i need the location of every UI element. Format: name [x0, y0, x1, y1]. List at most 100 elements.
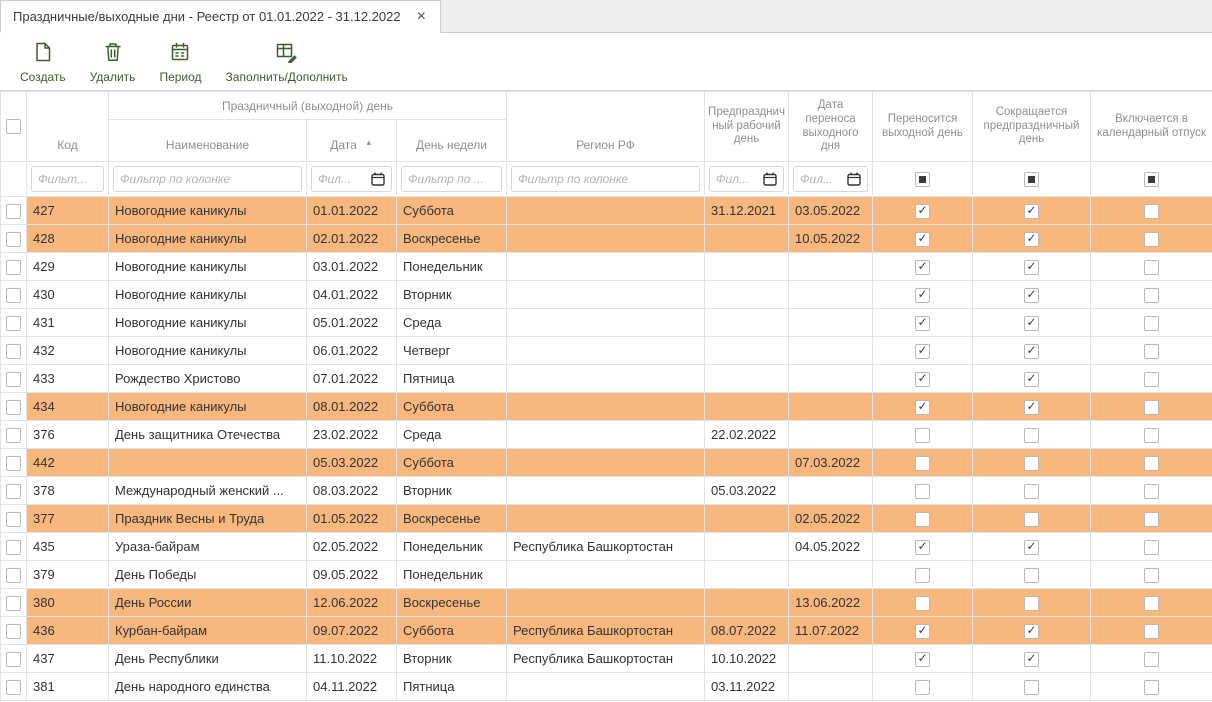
row-select-checkbox[interactable]: [6, 204, 21, 219]
filter-transfer-input[interactable]: [800, 172, 843, 186]
table-row[interactable]: 428Новогодние каникулы02.01.2022Воскресе…: [1, 225, 1212, 253]
create-button[interactable]: Создать: [20, 41, 66, 84]
row-select-checkbox[interactable]: [6, 512, 21, 527]
calendar-icon[interactable]: [847, 172, 861, 186]
column-header-region[interactable]: Регион РФ: [507, 92, 705, 162]
row-select-checkbox[interactable]: [6, 540, 21, 555]
vacation-checkbox[interactable]: [1144, 484, 1159, 499]
vacation-checkbox[interactable]: [1144, 680, 1159, 695]
transferred-checkbox[interactable]: [915, 428, 930, 443]
row-select-checkbox[interactable]: [6, 400, 21, 415]
transferred-checkbox[interactable]: [915, 624, 930, 639]
table-row[interactable]: 436Курбан-байрам09.07.2022СубботаРеспубл…: [1, 617, 1212, 645]
vacation-checkbox[interactable]: [1144, 456, 1159, 471]
table-row[interactable]: 437День Республики11.10.2022ВторникРеспу…: [1, 645, 1212, 673]
filter-shortened-checkbox[interactable]: [1024, 172, 1039, 187]
row-select-checkbox[interactable]: [6, 624, 21, 639]
vacation-checkbox[interactable]: [1144, 568, 1159, 583]
row-select-checkbox[interactable]: [6, 652, 21, 667]
shortened-checkbox[interactable]: [1024, 456, 1039, 471]
vacation-checkbox[interactable]: [1144, 260, 1159, 275]
column-header-transferred[interactable]: Переносится выходной день: [873, 92, 973, 162]
row-select-checkbox[interactable]: [6, 372, 21, 387]
column-header-shortened[interactable]: Сокращается предпраздничный день: [973, 92, 1091, 162]
tab-holidays-registry[interactable]: Праздничные/выходные дни - Реестр от 01.…: [0, 0, 441, 33]
delete-button[interactable]: Удалить: [90, 41, 136, 84]
row-select-checkbox[interactable]: [6, 260, 21, 275]
shortened-checkbox[interactable]: [1024, 596, 1039, 611]
vacation-checkbox[interactable]: [1144, 316, 1159, 331]
transferred-checkbox[interactable]: [915, 316, 930, 331]
shortened-checkbox[interactable]: [1024, 512, 1039, 527]
transferred-checkbox[interactable]: [915, 260, 930, 275]
filter-weekday-input[interactable]: [408, 172, 495, 186]
shortened-checkbox[interactable]: [1024, 204, 1039, 219]
shortened-checkbox[interactable]: [1024, 540, 1039, 555]
shortened-checkbox[interactable]: [1024, 232, 1039, 247]
vacation-checkbox[interactable]: [1144, 652, 1159, 667]
filter-vacation-checkbox[interactable]: [1144, 172, 1159, 187]
table-row[interactable]: 378Международный женский ...08.03.2022Вт…: [1, 477, 1212, 505]
transferred-checkbox[interactable]: [915, 484, 930, 499]
transferred-checkbox[interactable]: [915, 288, 930, 303]
transferred-checkbox[interactable]: [915, 540, 930, 555]
transferred-checkbox[interactable]: [915, 652, 930, 667]
table-row[interactable]: 433Рождество Христово07.01.2022Пятница: [1, 365, 1212, 393]
column-header-code[interactable]: Код: [27, 92, 109, 162]
vacation-checkbox[interactable]: [1144, 344, 1159, 359]
row-select-checkbox[interactable]: [6, 456, 21, 471]
row-select-checkbox[interactable]: [6, 288, 21, 303]
row-select-checkbox[interactable]: [6, 596, 21, 611]
vacation-checkbox[interactable]: [1144, 372, 1159, 387]
transferred-checkbox[interactable]: [915, 568, 930, 583]
table-row[interactable]: 431Новогодние каникулы05.01.2022Среда: [1, 309, 1212, 337]
column-header-name[interactable]: Наименование: [109, 120, 307, 162]
shortened-checkbox[interactable]: [1024, 288, 1039, 303]
column-header-date[interactable]: Дата▲: [307, 120, 397, 162]
table-row[interactable]: 430Новогодние каникулы04.01.2022Вторник: [1, 281, 1212, 309]
table-row[interactable]: 380День России12.06.2022Воскресенье13.06…: [1, 589, 1212, 617]
shortened-checkbox[interactable]: [1024, 428, 1039, 443]
filter-name-input[interactable]: [120, 172, 295, 186]
transferred-checkbox[interactable]: [915, 680, 930, 695]
column-header-preholiday[interactable]: Предпраздничный рабочий день: [705, 92, 789, 162]
vacation-checkbox[interactable]: [1144, 596, 1159, 611]
column-header-weekday[interactable]: День недели: [397, 120, 507, 162]
calendar-icon[interactable]: [371, 172, 385, 186]
vacation-checkbox[interactable]: [1144, 400, 1159, 415]
table-row[interactable]: 432Новогодние каникулы06.01.2022Четверг: [1, 337, 1212, 365]
table-row[interactable]: 379День Победы09.05.2022Понедельник: [1, 561, 1212, 589]
vacation-checkbox[interactable]: [1144, 512, 1159, 527]
table-row[interactable]: 427Новогодние каникулы01.01.2022Суббота3…: [1, 197, 1212, 225]
row-select-checkbox[interactable]: [6, 568, 21, 583]
fill-append-button[interactable]: Заполнить/Дополнить: [226, 41, 348, 84]
vacation-checkbox[interactable]: [1144, 540, 1159, 555]
select-all-checkbox[interactable]: [6, 119, 21, 134]
table-row[interactable]: 435Ураза-байрам02.05.2022ПонедельникРесп…: [1, 533, 1212, 561]
shortened-checkbox[interactable]: [1024, 484, 1039, 499]
shortened-checkbox[interactable]: [1024, 372, 1039, 387]
table-row[interactable]: 434Новогодние каникулы08.01.2022Суббота: [1, 393, 1212, 421]
vacation-checkbox[interactable]: [1144, 232, 1159, 247]
row-select-checkbox[interactable]: [6, 484, 21, 499]
calendar-icon[interactable]: [763, 172, 777, 186]
transferred-checkbox[interactable]: [915, 232, 930, 247]
vacation-checkbox[interactable]: [1144, 428, 1159, 443]
period-button[interactable]: Период: [159, 41, 201, 84]
shortened-checkbox[interactable]: [1024, 260, 1039, 275]
column-header-vacation[interactable]: Включается в календарный отпуск: [1091, 92, 1212, 162]
transferred-checkbox[interactable]: [915, 372, 930, 387]
row-select-checkbox[interactable]: [6, 428, 21, 443]
row-select-checkbox[interactable]: [6, 344, 21, 359]
filter-preholiday-input[interactable]: [716, 172, 759, 186]
shortened-checkbox[interactable]: [1024, 624, 1039, 639]
row-select-checkbox[interactable]: [6, 232, 21, 247]
transferred-checkbox[interactable]: [915, 596, 930, 611]
shortened-checkbox[interactable]: [1024, 400, 1039, 415]
table-row[interactable]: 429Новогодние каникулы03.01.2022Понедель…: [1, 253, 1212, 281]
table-row[interactable]: 381День народного единства04.11.2022Пятн…: [1, 673, 1212, 701]
tab-close-icon[interactable]: ×: [415, 9, 428, 25]
filter-date-input[interactable]: [318, 172, 367, 186]
column-header-transfer-date[interactable]: Дата переноса выходного дня: [789, 92, 873, 162]
shortened-checkbox[interactable]: [1024, 652, 1039, 667]
